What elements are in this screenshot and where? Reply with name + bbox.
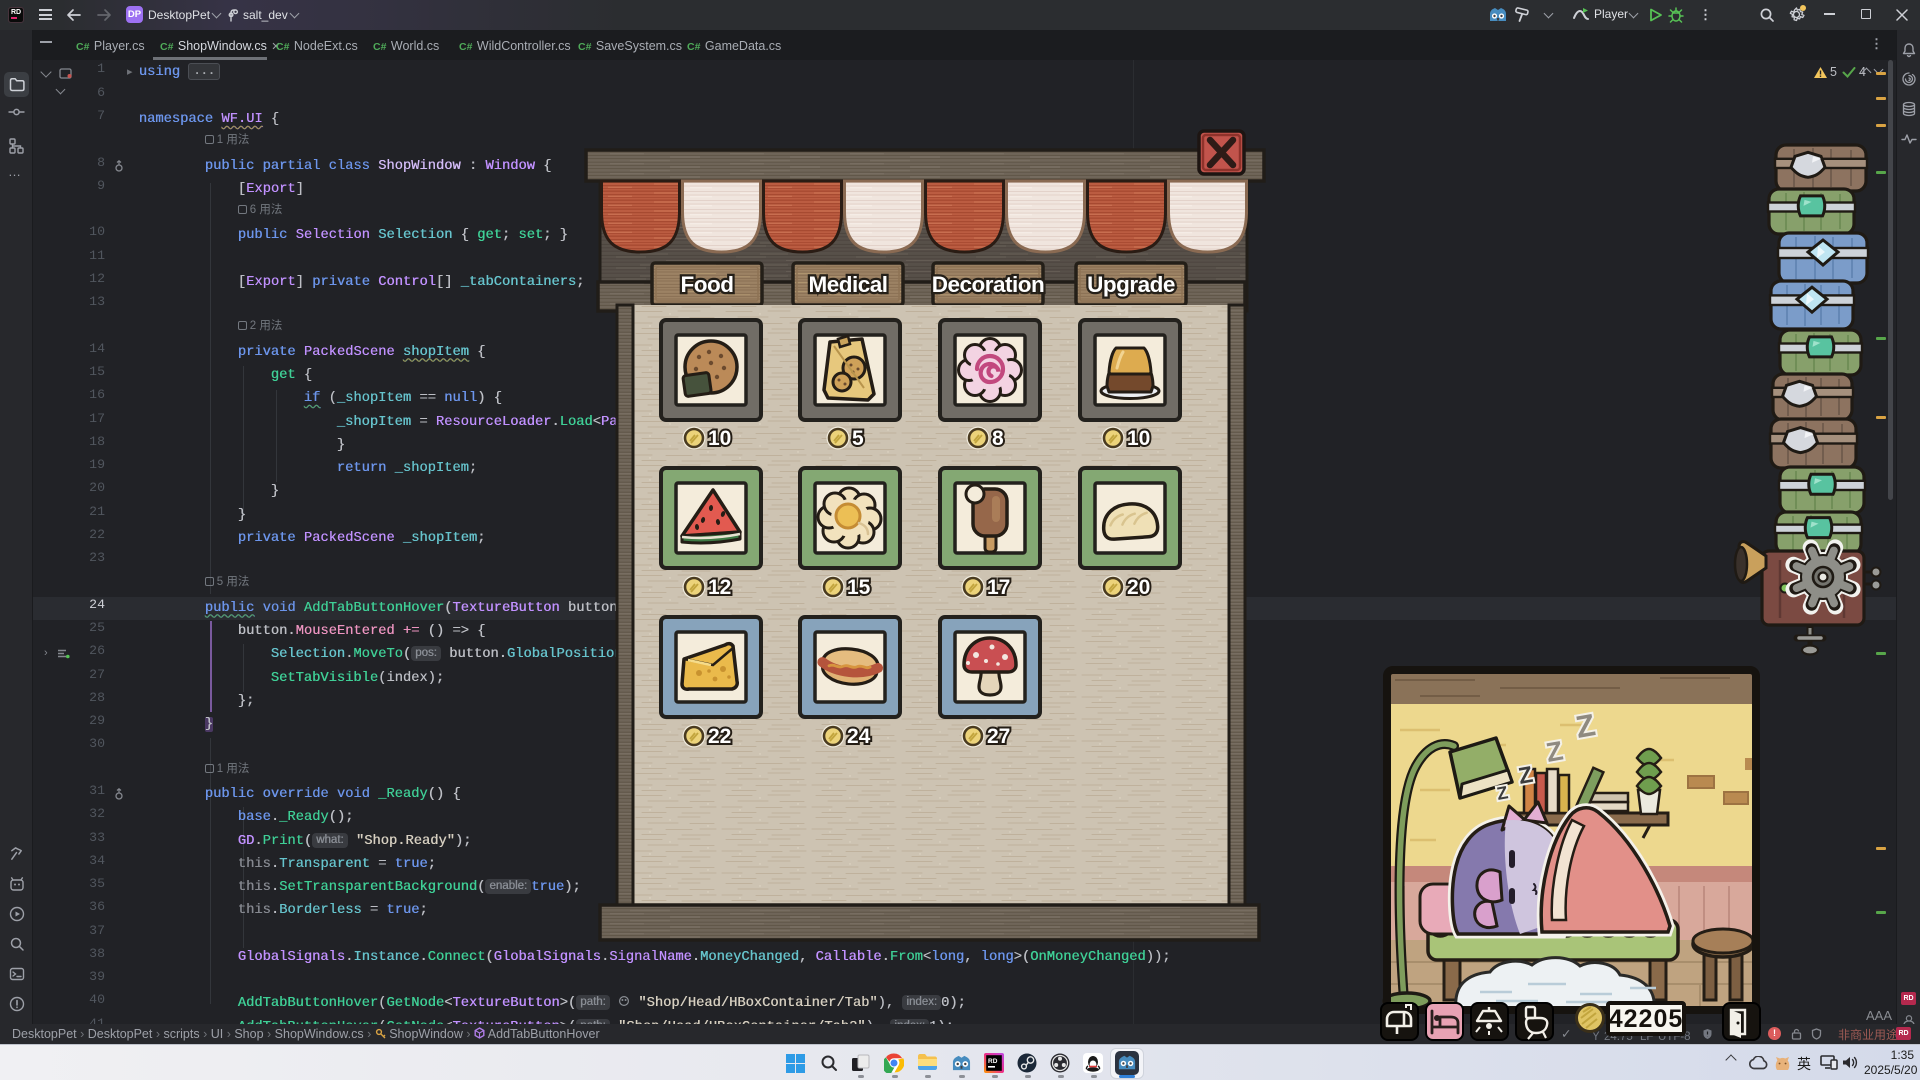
svg-text:10: 10 [1127, 427, 1150, 450]
svg-text:Upgrade: Upgrade [1087, 272, 1175, 297]
svg-text:12: 12 [708, 576, 731, 599]
svg-text:15: 15 [847, 576, 871, 599]
svg-text:22: 22 [708, 725, 731, 748]
svg-text:5: 5 [852, 427, 864, 450]
svg-text:10: 10 [708, 427, 731, 450]
svg-text:20: 20 [1127, 576, 1150, 599]
svg-text:Food: Food [681, 272, 734, 297]
svg-text:24: 24 [847, 725, 871, 748]
svg-text:Medical: Medical [808, 272, 887, 297]
svg-text:8: 8 [992, 427, 1004, 450]
svg-text:27: 27 [987, 725, 1010, 748]
svg-text:Decoration: Decoration [932, 272, 1045, 297]
svg-text:42205: 42205 [1609, 1005, 1684, 1033]
svg-text:AAA: AAA [1866, 1008, 1892, 1023]
svg-text:17: 17 [987, 576, 1010, 599]
